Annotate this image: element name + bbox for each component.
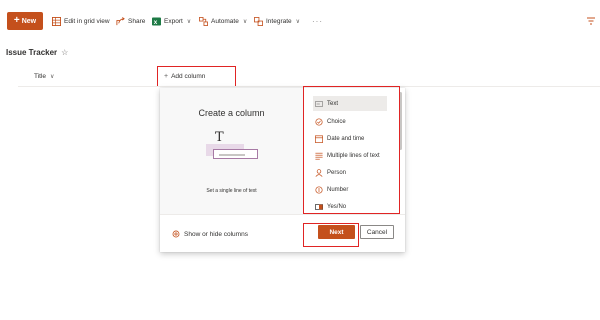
share-button[interactable]: Share (116, 12, 145, 30)
gear-icon (172, 230, 180, 238)
column-type-description: Set a single line of text (206, 188, 257, 194)
column-header-title[interactable]: Title ∨ (34, 73, 54, 80)
plus-icon: + (164, 73, 169, 80)
text-column-illustration: T (204, 130, 260, 166)
command-bar: + New Edit in grid view Share x Export ∨… (0, 12, 600, 30)
share-icon (116, 16, 125, 25)
automate-icon (199, 16, 208, 26)
edit-grid-button[interactable]: Edit in grid view (52, 12, 110, 30)
export-button[interactable]: x Export ∨ (152, 12, 191, 30)
integrate-button[interactable]: Integrate ∨ (254, 12, 300, 30)
share-label: Share (128, 17, 146, 25)
chevron-down-icon: ∨ (50, 74, 55, 80)
svg-text:x: x (154, 19, 158, 26)
show-hide-label: Show or hide columns (184, 230, 248, 238)
integrate-label: Integrate (266, 17, 292, 25)
integrate-icon (254, 16, 263, 26)
star-icon[interactable]: ☆ (61, 48, 68, 57)
dialog-heading: Create a column (198, 108, 265, 118)
cancel-button[interactable]: Cancel (360, 225, 394, 239)
new-button-label: New (21, 17, 37, 25)
list-title-text: Issue Tracker (6, 48, 58, 57)
view-options-icon[interactable] (586, 16, 596, 26)
page-title: Issue Tracker ☆ (6, 48, 68, 57)
highlight-box-column-types (303, 86, 400, 214)
grid-icon (52, 16, 61, 26)
automate-button[interactable]: Automate ∨ (199, 12, 247, 30)
show-hide-columns-link[interactable]: Show or hide columns (172, 230, 248, 238)
chevron-down-icon: ∨ (242, 18, 248, 25)
dialog-footer-divider (160, 214, 405, 215)
add-column-button[interactable]: + Add column (157, 66, 236, 87)
more-options-button[interactable]: ··· (312, 12, 323, 30)
add-column-label: Add column (171, 73, 206, 80)
column-title-label: Title (34, 73, 47, 80)
chevron-down-icon: ∨ (186, 18, 192, 25)
text-illustration-letter: T (215, 130, 224, 145)
plus-icon: + (13, 15, 20, 26)
excel-icon: x (152, 16, 161, 26)
chevron-down-icon: ∨ (295, 18, 301, 25)
more-icon: ··· (312, 16, 323, 26)
column-preview: Create a column T Set a single line of t… (160, 88, 303, 214)
page: + New Edit in grid view Share x Export ∨… (0, 0, 600, 320)
edit-grid-label: Edit in grid view (64, 17, 110, 25)
highlight-box-next (303, 223, 359, 247)
export-label: Export (164, 17, 183, 25)
new-button[interactable]: + New (7, 12, 43, 30)
automate-label: Automate (211, 17, 239, 25)
